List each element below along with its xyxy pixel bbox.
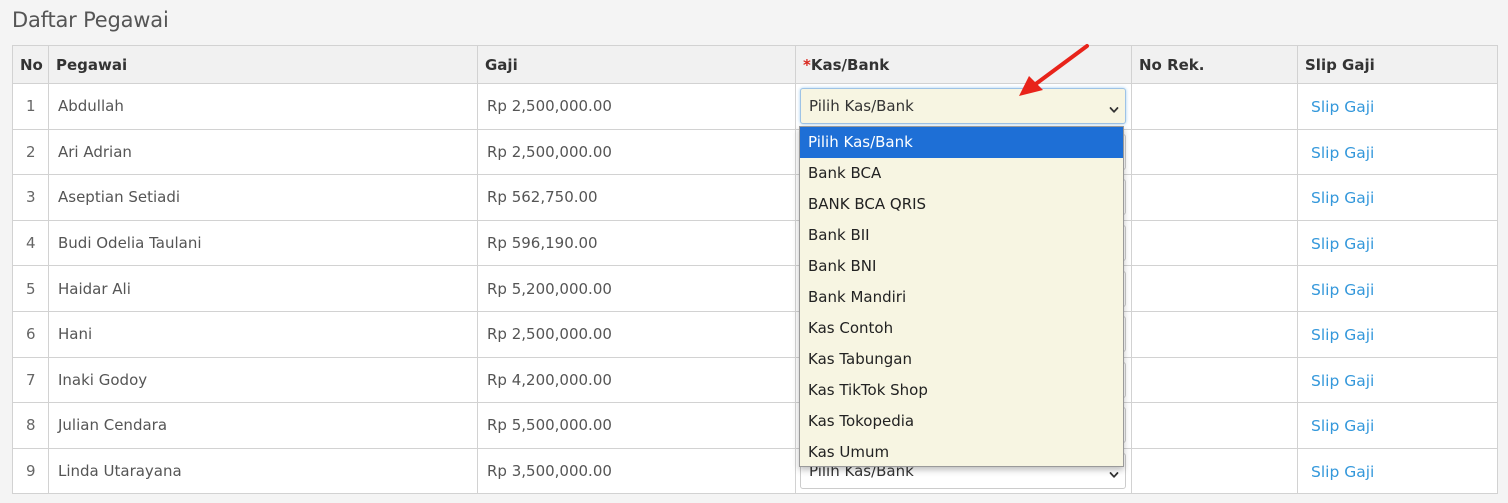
dropdown-option[interactable]: Bank BCA bbox=[800, 158, 1123, 189]
page-title: Daftar Pegawai bbox=[12, 8, 169, 32]
employee-name: Linda Utarayana bbox=[48, 447, 478, 495]
employee-name: Haidar Ali bbox=[48, 265, 478, 312]
dropdown-option[interactable]: Bank BNI bbox=[800, 251, 1123, 282]
account-number bbox=[1131, 356, 1298, 404]
dropdown-option[interactable]: Kas Contoh bbox=[800, 313, 1123, 344]
dropdown-option[interactable]: Bank BII bbox=[800, 220, 1123, 251]
employee-salary: Rp 5,500,000.00 bbox=[477, 402, 796, 449]
header-no-rek: No Rek. bbox=[1131, 45, 1298, 84]
header-pegawai: Pegawai bbox=[48, 45, 478, 84]
slip-gaji-link[interactable]: Slip Gaji bbox=[1311, 417, 1374, 435]
employee-salary: Rp 596,190.00 bbox=[477, 219, 796, 267]
account-number bbox=[1131, 83, 1298, 130]
dropdown-option[interactable]: Bank Mandiri bbox=[800, 282, 1123, 313]
slip-gaji-cell: Slip Gaji bbox=[1297, 83, 1498, 130]
table-row: 4Budi Odelia TaulaniRp 596,190.00Pilih K… bbox=[12, 219, 1498, 267]
table-row: 7Inaki GodoyRp 4,200,000.00Pilih Kas/Ban… bbox=[12, 356, 1498, 404]
required-mark: * bbox=[803, 55, 811, 74]
slip-gaji-cell: Slip Gaji bbox=[1297, 128, 1498, 176]
account-number bbox=[1131, 219, 1298, 267]
employee-name: Inaki Godoy bbox=[48, 356, 478, 404]
row-number: 9 bbox=[12, 447, 49, 495]
dropdown-option[interactable]: Kas Umum bbox=[800, 437, 1123, 466]
table-row: 8Julian CendaraRp 5,500,000.00Pilih Kas/… bbox=[12, 402, 1498, 449]
row-number: 1 bbox=[12, 83, 49, 130]
row-number: 6 bbox=[12, 310, 49, 358]
slip-gaji-cell: Slip Gaji bbox=[1297, 310, 1498, 358]
table-row: 9 Linda Utarayana Rp 3,500,000.00 Pilih Kas… bbox=[12, 447, 1498, 495]
account-number bbox=[1131, 310, 1298, 358]
kas-bank-dropdown-list[interactable]: Pilih Kas/Bank Bank BCA BANK BCA QRIS Bank … bbox=[799, 126, 1124, 467]
employee-name: Abdullah bbox=[48, 83, 478, 130]
chevron-down-icon bbox=[1109, 466, 1119, 478]
employee-salary: Rp 2,500,000.00 bbox=[477, 310, 796, 358]
table-row: 3Aseptian SetiadiRp 562,750.00Pilih Kas/… bbox=[12, 174, 1498, 221]
header-kas-label: Kas/Bank bbox=[810, 55, 890, 74]
employee-salary: Rp 5,200,000.00 bbox=[477, 265, 796, 312]
slip-gaji-link[interactable]: Slip Gaji bbox=[1311, 463, 1374, 481]
slip-gaji-link[interactable]: Slip Gaji bbox=[1311, 372, 1374, 390]
employee-name: Budi Odelia Taulani bbox=[48, 219, 478, 267]
employee-salary: Rp 2,500,000.00 bbox=[477, 128, 796, 176]
slip-gaji-link[interactable]: Slip Gaji bbox=[1311, 189, 1374, 207]
slip-gaji-cell: Slip Gaji bbox=[1297, 356, 1498, 404]
slip-gaji-cell: Slip Gaji bbox=[1297, 219, 1498, 267]
table-row: 6HaniRp 2,500,000.00Pilih Kas/BankSlip G… bbox=[12, 310, 1498, 358]
header-no: No bbox=[12, 45, 49, 84]
header-gaji: Gaji bbox=[477, 45, 796, 84]
slip-gaji-link[interactable]: Slip Gaji bbox=[1311, 326, 1374, 344]
slip-gaji-link[interactable]: Slip Gaji bbox=[1311, 98, 1374, 116]
select-value: Pilih Kas/Bank bbox=[809, 97, 914, 116]
dropdown-option[interactable]: Pilih Kas/Bank bbox=[800, 127, 1123, 158]
employee-salary: Rp 3,500,000.00 bbox=[477, 447, 796, 495]
account-number bbox=[1131, 174, 1298, 221]
account-number bbox=[1131, 128, 1298, 176]
table-row: 1 Abdullah Rp 2,500,000.00 Pilih Kas/Bank Sl… bbox=[12, 83, 1498, 130]
row-number: 5 bbox=[12, 265, 49, 312]
row-number: 8 bbox=[12, 402, 49, 449]
slip-gaji-link[interactable]: Slip Gaji bbox=[1311, 144, 1374, 162]
slip-gaji-cell: Slip Gaji bbox=[1297, 265, 1498, 312]
dropdown-option[interactable]: Kas Tabungan bbox=[800, 344, 1123, 375]
row-number: 7 bbox=[12, 356, 49, 404]
employee-table: No Pegawai Gaji *Kas/Bank No Rek. Slip G… bbox=[12, 45, 1498, 495]
slip-gaji-cell: Slip Gaji bbox=[1297, 447, 1498, 495]
employee-name: Aseptian Setiadi bbox=[48, 174, 478, 221]
account-number bbox=[1131, 265, 1298, 312]
red-arrow-icon bbox=[1019, 44, 1089, 96]
slip-gaji-link[interactable]: Slip Gaji bbox=[1311, 235, 1374, 253]
row-number: 3 bbox=[12, 174, 49, 221]
header-slip-gaji: Slip Gaji bbox=[1297, 45, 1498, 84]
employee-name: Julian Cendara bbox=[48, 402, 478, 449]
dropdown-option[interactable]: Kas Tokopedia bbox=[800, 406, 1123, 437]
employee-salary: Rp 4,200,000.00 bbox=[477, 356, 796, 404]
slip-gaji-cell: Slip Gaji bbox=[1297, 174, 1498, 221]
employee-salary: Rp 562,750.00 bbox=[477, 174, 796, 221]
dropdown-option[interactable]: BANK BCA QRIS bbox=[800, 189, 1123, 220]
table-header-row: No Pegawai Gaji *Kas/Bank No Rek. Slip G… bbox=[12, 45, 1498, 84]
table-row: 5Haidar AliRp 5,200,000.00Pilih Kas/Bank… bbox=[12, 265, 1498, 312]
employee-salary: Rp 2,500,000.00 bbox=[477, 83, 796, 130]
account-number bbox=[1131, 447, 1298, 495]
employee-name: Ari Adrian bbox=[48, 128, 478, 176]
row-number: 4 bbox=[12, 219, 49, 267]
dropdown-option[interactable]: Kas TikTok Shop bbox=[800, 375, 1123, 406]
row-number: 2 bbox=[12, 128, 49, 176]
slip-gaji-cell: Slip Gaji bbox=[1297, 402, 1498, 449]
employee-name: Hani bbox=[48, 310, 478, 358]
account-number bbox=[1131, 402, 1298, 449]
table-row: 2Ari AdrianRp 2,500,000.00Pilih Kas/Bank… bbox=[12, 128, 1498, 176]
slip-gaji-link[interactable]: Slip Gaji bbox=[1311, 281, 1374, 299]
chevron-down-icon bbox=[1109, 101, 1119, 113]
